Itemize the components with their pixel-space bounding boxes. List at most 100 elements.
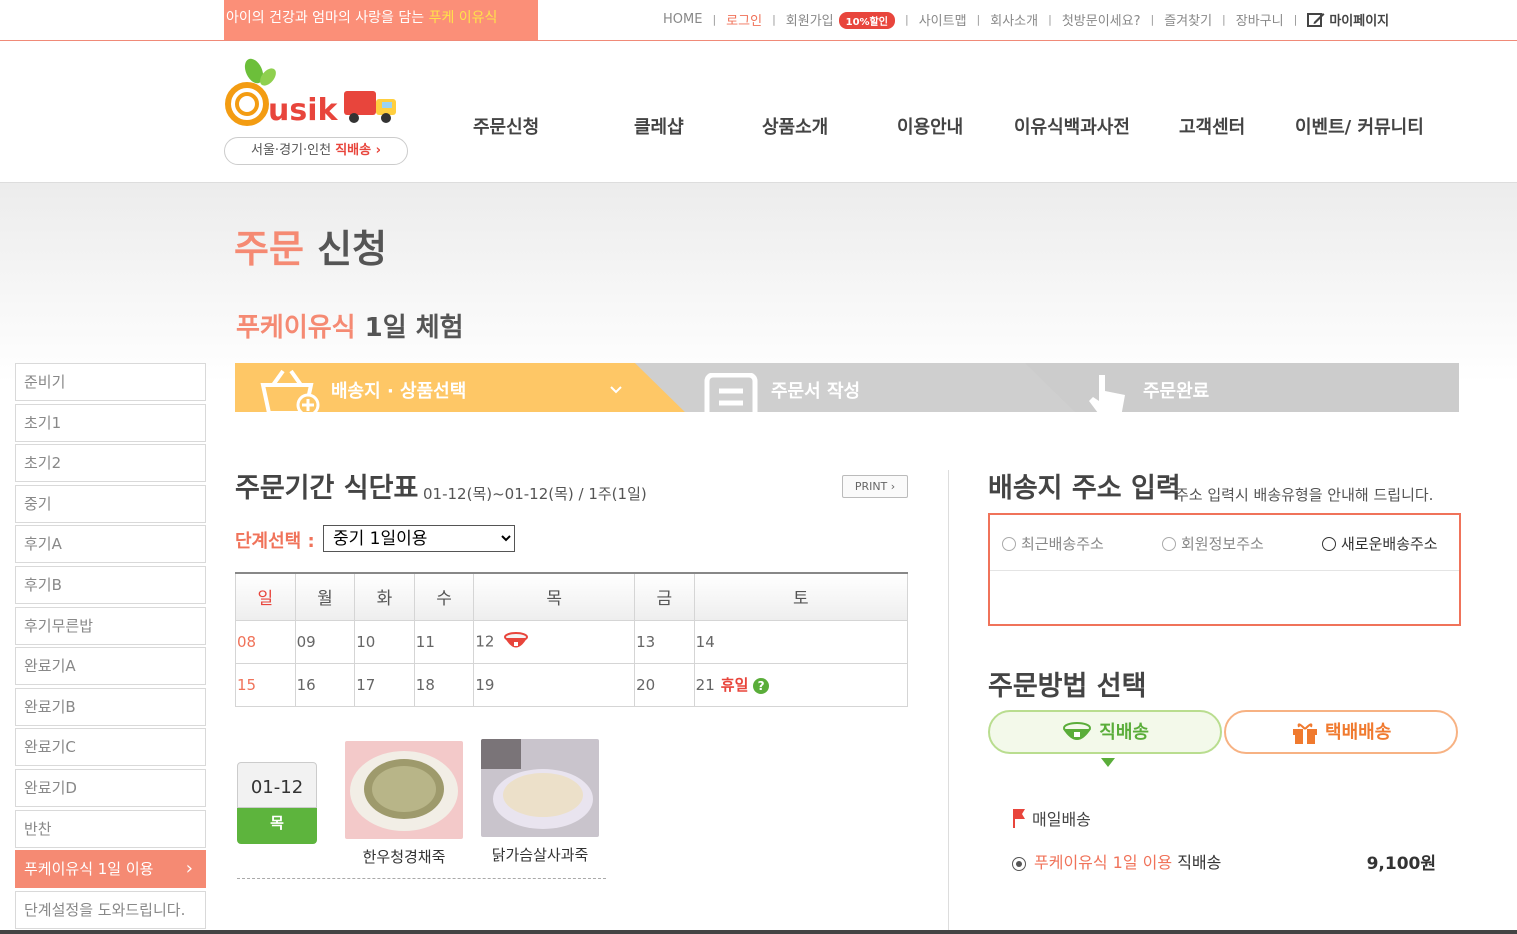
product-card[interactable]: 닭가슴살사과죽	[481, 739, 599, 865]
sidebar-item-prep[interactable]: 준비기	[15, 363, 206, 401]
product-name: 닭가슴살사과죽	[491, 846, 589, 864]
day-number: 15	[237, 675, 257, 694]
top-links: HOME | 로그인 | 회원가입 10%할인 | 사이트맵 | 회사소개 | 첫…	[663, 10, 1389, 29]
address-option-member[interactable]: 회원정보주소	[1162, 533, 1264, 554]
page-title-accent: 주문	[234, 227, 304, 271]
calendar-day[interactable]: 16	[294, 662, 356, 707]
separator: |	[904, 13, 909, 26]
address-title: 배송지 주소 입력	[988, 473, 1181, 504]
stage-select-label: 단계선택 :	[235, 531, 315, 552]
daily-delivery: 매일배송	[1012, 806, 1091, 830]
calendar-day[interactable]: 17	[354, 662, 415, 707]
radio-icon	[1002, 536, 1016, 551]
sidebar-item-late-soft-rice[interactable]: 후기무른밥	[15, 606, 206, 645]
sidebar-item-complete-a[interactable]: 완료기A	[15, 647, 206, 686]
address-option-recent[interactable]: 최근배송주소	[1002, 533, 1104, 554]
stage-select[interactable]: 중기 1일이용	[323, 525, 515, 552]
product-image	[481, 739, 599, 837]
mypage-link[interactable]: 마이페이지	[1307, 10, 1389, 29]
nav-support[interactable]: 고객센터	[1179, 113, 1245, 138]
sidebar-item-side-dish[interactable]: 반찬	[15, 809, 206, 848]
region-text: 서울·경기·인천	[251, 143, 336, 158]
signup-link[interactable]: 회원가입 10%할인	[786, 10, 895, 29]
weekday-mon: 월	[294, 572, 356, 621]
calendar-day[interactable]: 11	[413, 619, 475, 664]
order-period: 01-12(목)~01-12(목) / 1주(1일)	[423, 485, 647, 503]
print-button[interactable]: PRINT ›	[842, 475, 908, 498]
cart-link[interactable]: 장바구니	[1236, 10, 1284, 29]
pointer-hand-icon	[1089, 375, 1125, 412]
direct-delivery-button[interactable]: 직배송	[988, 710, 1222, 754]
direct-delivery-label: 직배송	[1099, 722, 1149, 743]
nav-guide[interactable]: 이용안내	[897, 113, 963, 138]
order-option[interactable]: 푸케이유식 1일 이용 직배송 9,100원	[1012, 849, 1436, 874]
step1-label: 배송지 · 상품선택	[331, 381, 467, 402]
weekday-sun: 일	[235, 572, 296, 621]
nav-products[interactable]: 상품소개	[762, 113, 828, 138]
nav-event-community[interactable]: 이벤트/ 커뮤니티	[1295, 113, 1424, 138]
tagline-text: 아이의 건강과 엄마의 사랑을 담는	[226, 10, 429, 26]
sitemap-link[interactable]: 사이트맵	[919, 10, 967, 29]
first-visit-link[interactable]: 첫방문이세요?	[1062, 10, 1141, 29]
calendar-day[interactable]: 14	[693, 619, 909, 664]
product-card[interactable]: 한우청경채죽	[345, 741, 463, 867]
delivery-truck-icon	[344, 91, 396, 123]
sidebar-item-complete-b[interactable]: 완료기B	[15, 687, 206, 726]
signup-label: 회원가입	[785, 14, 834, 29]
daily-delivery-label: 매일배송	[1032, 810, 1091, 829]
calendar-day[interactable]: 20	[634, 662, 695, 707]
basket-icon	[260, 369, 320, 412]
logo-e-icon	[225, 82, 269, 126]
calendar-day[interactable]: 08	[235, 619, 296, 664]
calendar-day[interactable]: 10	[354, 619, 415, 664]
nav-encyclopedia[interactable]: 이유식백과사전	[1014, 113, 1130, 138]
day-number: 09	[296, 632, 316, 651]
bookmark-link[interactable]: 즐겨찾기	[1164, 10, 1212, 29]
calendar-day[interactable]: 21 휴일 ?	[693, 662, 909, 707]
sidebar-item-middle[interactable]: 중기	[15, 484, 206, 523]
sidebar-item-complete-d[interactable]: 완료기D	[15, 768, 206, 807]
login-link[interactable]: 로그인	[726, 10, 762, 29]
calendar-day[interactable]: 13	[634, 619, 695, 664]
day-number: 19	[475, 675, 495, 694]
bottom-border	[0, 930, 1517, 934]
sidebar-item-stage-help[interactable]: 단계설정을 도와드립니다.	[15, 890, 206, 929]
parcel-delivery-button[interactable]: 택배배송	[1224, 710, 1458, 754]
option-price: 9,100원	[1366, 854, 1436, 874]
option-type: 직배송	[1172, 853, 1222, 872]
product-name: 한우청경채죽	[362, 848, 446, 866]
help-icon[interactable]: ?	[753, 677, 770, 694]
calendar-day[interactable]: 19	[473, 662, 636, 707]
sidebar-item-complete-c[interactable]: 완료기C	[15, 728, 206, 767]
weekday-sat: 토	[693, 572, 909, 621]
separator: |	[1150, 13, 1155, 26]
sidebar-item-early2[interactable]: 초기2	[15, 444, 206, 483]
day-number: 10	[356, 632, 376, 651]
calendar-week: 15 16 17 18 19 20 21 휴일 ?	[235, 662, 909, 707]
region-delivery-button[interactable]: 서울·경기·인천 직배송 ›	[224, 137, 408, 165]
page-title-rest: 신청	[303, 227, 388, 271]
nav-shop[interactable]: 클레샵	[634, 113, 684, 138]
order-calendar: 일 월 화 수 목 금 토 08 09 10 11 12 13 14 15 16…	[235, 572, 909, 707]
top-bar: 아이의 건강과 엄마의 사랑을 담는 푸케 이유식 HOME | 로그인 | 회…	[0, 0, 1517, 41]
menu-schedule-title: 주문기간 식단표	[235, 473, 419, 504]
logo[interactable]: usik	[224, 55, 404, 135]
sidebar-item-early1[interactable]: 초기1	[15, 403, 206, 442]
address-option-new[interactable]: 새로운배송주소	[1322, 533, 1438, 554]
option-name: 푸케이유식 1일 이용	[1034, 853, 1173, 872]
calendar-day[interactable]: 15	[235, 662, 296, 707]
sidebar-item-one-day[interactable]: 푸케이유식 1일 이용	[15, 850, 206, 889]
calendar-day[interactable]: 09	[294, 619, 356, 664]
product-title-accent: 푸케이유식	[236, 313, 356, 343]
nav-order[interactable]: 주문신청	[473, 113, 539, 138]
bowl-icon	[504, 631, 529, 647]
company-link[interactable]: 회사소개	[990, 10, 1038, 29]
menu-date: 01-12	[237, 762, 317, 808]
calendar-day-selected[interactable]: 12	[473, 619, 636, 664]
page-title: 주문 신청	[234, 218, 387, 273]
sidebar-item-late-a[interactable]: 후기A	[15, 525, 206, 564]
calendar-day[interactable]: 18	[413, 662, 475, 707]
selected-indicator	[1101, 758, 1115, 767]
home-link[interactable]: HOME	[663, 12, 702, 27]
sidebar-item-late-b[interactable]: 후기B	[15, 565, 206, 604]
